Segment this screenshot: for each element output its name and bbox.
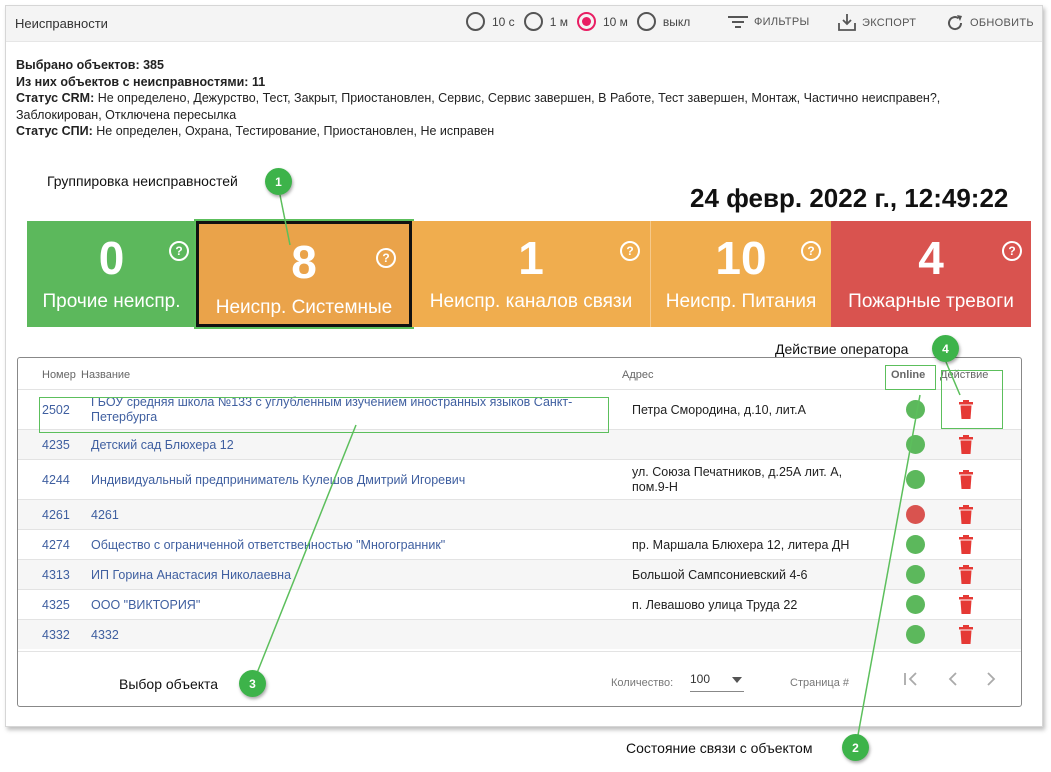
table-row[interactable]: 4332 4332 xyxy=(18,619,1021,649)
online-status-indicator xyxy=(906,470,925,489)
callout-label-grouping: Группировка неисправностей xyxy=(47,173,238,189)
online-status-indicator xyxy=(906,565,925,584)
table-row[interactable]: 4261 4261 xyxy=(18,499,1021,529)
delete-icon[interactable] xyxy=(958,435,974,457)
faulty-count: Из них объектов с неисправностями: 11 xyxy=(16,74,266,89)
online-status-indicator xyxy=(906,625,925,644)
delete-icon[interactable] xyxy=(958,565,974,587)
highlight-object-name xyxy=(39,397,609,433)
column-header-number[interactable]: Номер xyxy=(42,369,76,381)
table-header: Номер Название Адрес Online Действие xyxy=(18,358,1021,388)
radio-icon xyxy=(466,12,485,31)
current-datetime: 24 февр. 2022 г., 12:49:22 xyxy=(690,183,1009,213)
crm-status: Статус CRM: Не определено, Дежурство, Те… xyxy=(16,91,941,122)
help-icon[interactable]: ? xyxy=(376,248,396,268)
refresh-interval-group: 10 с 1 м 10 м выкл xyxy=(466,12,699,31)
table-row[interactable]: 4235 Детский сад Блюхера 12 xyxy=(18,429,1021,459)
callout-label-connection-state: Состояние связи с объектом xyxy=(626,740,813,756)
refresh-option-1m[interactable]: 1 м xyxy=(523,12,568,31)
highlight-online-column xyxy=(885,365,936,390)
page-size-select[interactable]: 100 xyxy=(690,672,744,692)
table-row[interactable]: 4325 ООО "ВИКТОРИЯ" п. Левашово улица Тр… xyxy=(18,589,1021,619)
help-icon[interactable]: ? xyxy=(1002,241,1022,261)
fault-group-tiles: 0 ? Прочие неиспр. 8 ? Неиспр. Системные… xyxy=(27,221,1031,327)
online-status-indicator xyxy=(906,400,925,419)
previous-page-icon[interactable] xyxy=(946,671,960,687)
selection-summary: Выбрано объектов: 385 Из них объектов с … xyxy=(16,57,1016,140)
top-toolbar: Неисправности 10 с 1 м 10 м выкл ФИЛЬТРЫ… xyxy=(6,6,1042,42)
first-page-icon[interactable] xyxy=(903,671,919,687)
online-status-indicator xyxy=(906,535,925,554)
tile-power-faults[interactable]: 10 ? Неиспр. Питания xyxy=(651,221,831,327)
column-header-name[interactable]: Название xyxy=(81,369,130,381)
radio-icon xyxy=(636,12,656,31)
export-button[interactable]: ЭКСПОРТ xyxy=(838,13,916,32)
callout-badge-2: 2 xyxy=(842,734,869,761)
page-size-label: Количество: xyxy=(611,677,674,689)
delete-icon[interactable] xyxy=(958,505,974,527)
tile-channel-faults[interactable]: 1 ? Неиспр. каналов связи xyxy=(412,221,651,327)
selected-count: Выбрано объектов: 385 xyxy=(16,58,164,72)
tile-other-faults[interactable]: 0 ? Прочие неиспр. xyxy=(27,221,196,327)
delete-icon[interactable] xyxy=(958,625,974,647)
offline-status-indicator xyxy=(906,505,925,524)
chevron-down-icon xyxy=(732,677,742,683)
online-status-indicator xyxy=(906,435,925,454)
tile-fire-alarms[interactable]: 4 ? Пожарные тревоги xyxy=(831,221,1031,327)
filter-icon xyxy=(728,16,748,28)
tile-system-faults[interactable]: 8 ? Неиспр. Системные xyxy=(196,221,412,327)
delete-icon[interactable] xyxy=(958,595,974,617)
table-row[interactable]: 4313 ИП Горина Анастасия Николаевна Боль… xyxy=(18,559,1021,589)
refresh-button[interactable]: ОБНОВИТЬ xyxy=(946,14,1034,32)
delete-icon[interactable] xyxy=(958,470,974,492)
online-status-indicator xyxy=(906,595,925,614)
callout-badge-4: 4 xyxy=(932,335,959,362)
delete-icon[interactable] xyxy=(958,535,974,557)
window-title: Неисправности xyxy=(15,16,108,31)
page-number-label: Страница # xyxy=(790,677,850,689)
callout-label-object-select: Выбор объекта xyxy=(119,676,219,692)
refresh-icon xyxy=(948,15,963,31)
help-icon[interactable]: ? xyxy=(801,241,821,261)
refresh-option-10m[interactable]: 10 м xyxy=(576,12,628,31)
callout-badge-1: 1 xyxy=(265,168,292,195)
callout-badge-3: 3 xyxy=(239,670,266,697)
refresh-option-10s[interactable]: 10 с xyxy=(466,12,515,31)
filters-button[interactable]: ФИЛЬТРЫ xyxy=(728,15,810,29)
highlight-action-column xyxy=(941,370,1003,429)
help-icon[interactable]: ? xyxy=(620,241,640,261)
export-icon xyxy=(838,14,856,31)
help-icon[interactable]: ? xyxy=(169,241,189,261)
table-row[interactable]: 4244 Индивидуальный предприниматель Куле… xyxy=(18,459,1021,499)
column-header-address[interactable]: Адрес xyxy=(622,369,654,381)
table-row[interactable]: 4274 Общество с ограниченной ответственн… xyxy=(18,529,1021,559)
next-page-icon[interactable] xyxy=(984,671,998,687)
radio-selected-icon xyxy=(576,12,596,31)
callout-label-operator-action: Действие оператора xyxy=(775,341,909,357)
spi-status: Статус СПИ: Не определен, Охрана, Тестир… xyxy=(16,124,495,138)
radio-icon xyxy=(523,12,543,31)
refresh-option-off[interactable]: выкл xyxy=(636,12,690,31)
